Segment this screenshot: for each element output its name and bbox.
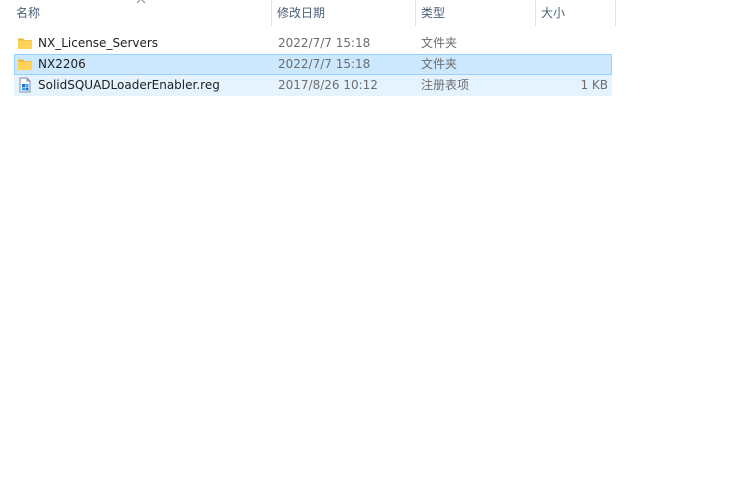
column-divider[interactable]	[615, 0, 616, 26]
file-name: NX_License_Servers	[38, 36, 159, 50]
column-header-date-label: 修改日期	[277, 6, 326, 20]
file-size: 1 KB	[580, 78, 608, 92]
file-type: 文件夹	[421, 57, 458, 71]
column-header-type-label: 类型	[421, 6, 446, 20]
column-header-size[interactable]: 大小	[535, 0, 615, 26]
file-row-nx-license-servers[interactable]: NX_License_Servers 2022/7/7 15:18 文件夹	[14, 33, 612, 54]
file-date: 2022/7/7 15:18	[278, 57, 371, 71]
column-header-name-label: 名称	[16, 6, 41, 20]
file-row-solidsquad-reg[interactable]: SolidSQUADLoaderEnabler.reg 2017/8/26 10…	[14, 75, 612, 96]
file-type: 文件夹	[421, 36, 458, 50]
column-header-bar: 名称 修改日期 类型 大小	[0, 0, 620, 26]
file-name: NX2206	[38, 57, 86, 71]
file-date: 2017/8/26 10:12	[278, 78, 378, 92]
file-row-nx2206[interactable]: NX2206 2022/7/7 15:18 文件夹	[14, 54, 612, 75]
column-header-type[interactable]: 类型	[415, 0, 535, 26]
folder-icon	[18, 38, 32, 49]
file-type: 注册表项	[421, 78, 470, 92]
column-header-date[interactable]: 修改日期	[271, 0, 415, 26]
file-list: 名称 修改日期 类型 大小 NX_License_Servers 2022/7/…	[0, 0, 755, 501]
folder-icon	[18, 59, 32, 70]
file-name: SolidSQUADLoaderEnabler.reg	[38, 78, 220, 92]
column-header-size-label: 大小	[541, 6, 566, 20]
sort-up-icon	[136, 0, 146, 4]
file-rows: NX_License_Servers 2022/7/7 15:18 文件夹 NX…	[14, 33, 612, 96]
registry-file-icon	[19, 77, 31, 93]
file-date: 2022/7/7 15:18	[278, 36, 371, 50]
